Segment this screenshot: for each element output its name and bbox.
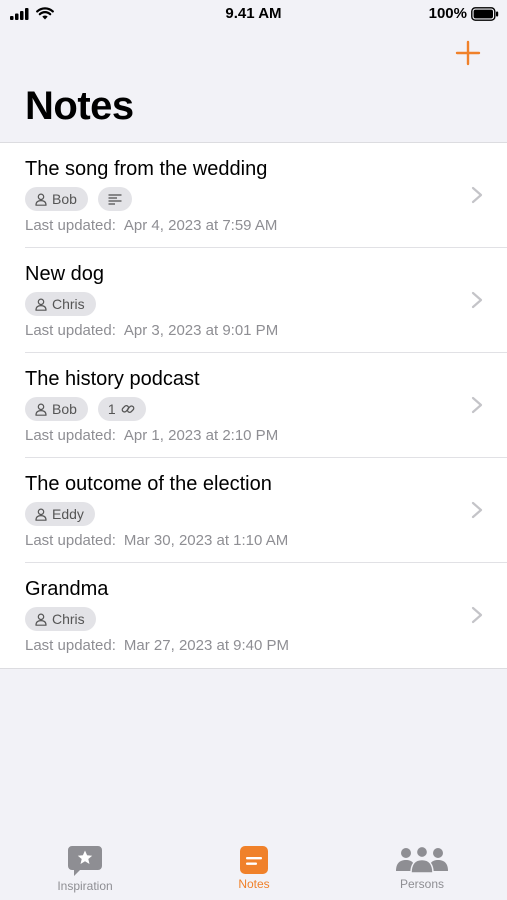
note-tags: Bob — [25, 187, 132, 211]
person-tag-label: Chris — [52, 611, 85, 627]
chevron-right-icon — [471, 606, 483, 624]
note-title: The song from the wedding — [25, 158, 268, 180]
note-row[interactable]: The outcome of the election Eddy Last up… — [0, 458, 507, 563]
meta-label: Last updated: — [25, 637, 116, 654]
person-icon — [35, 297, 47, 311]
note-tags: Chris — [25, 607, 96, 631]
chevron-right-icon — [471, 291, 483, 309]
note-row[interactable]: The history podcast Bob 1 Last updated: A… — [0, 353, 507, 458]
battery-icon — [471, 6, 499, 21]
chevron-right-icon — [471, 501, 483, 519]
meta-label: Last updated: — [25, 427, 116, 444]
person-icon — [35, 612, 47, 626]
person-tag: Chris — [25, 607, 96, 631]
page-title: Notes — [25, 84, 134, 128]
person-icon — [35, 192, 47, 206]
note-row[interactable]: The song from the wedding Bob Last updat… — [0, 143, 507, 248]
chevron-right-icon — [471, 186, 483, 204]
updated-date: Apr 3, 2023 at 9:01 PM — [123, 322, 279, 339]
person-tag: Eddy — [25, 502, 95, 526]
note-row[interactable]: New dog Chris Last updated: Apr 3, 2023 a… — [0, 248, 507, 353]
updated-date: Apr 4, 2023 at 7:59 AM — [123, 217, 278, 234]
status-bar: 9.41 AM 100% — [0, 0, 507, 30]
meta-label: Last updated: — [25, 532, 116, 549]
note-tags: Bob 1 — [25, 397, 146, 421]
link-count: 1 — [107, 401, 116, 417]
person-tag: Chris — [25, 292, 96, 316]
note-meta: Last updated: Mar 30, 2023 at 1:10 AM — [25, 532, 288, 549]
note-title: Grandma — [25, 578, 109, 600]
person-tag-label: Bob — [52, 191, 77, 207]
tab-label: Notes — [238, 877, 270, 891]
person-tag: Bob — [25, 187, 88, 211]
text-lines-icon — [108, 193, 122, 205]
note-icon — [240, 846, 268, 874]
tab-inspiration[interactable]: Inspiration — [50, 846, 120, 893]
battery-percentage: 100% — [428, 5, 467, 22]
tab-persons[interactable]: Persons — [387, 846, 457, 891]
tab-label: Persons — [399, 877, 445, 891]
meta-label: Last updated: — [25, 322, 116, 339]
link-icon — [121, 405, 135, 413]
persons-icon — [396, 846, 448, 874]
updated-date: Mar 27, 2023 at 9:40 PM — [123, 637, 290, 654]
updated-date: Mar 30, 2023 at 1:10 AM — [123, 532, 289, 549]
tab-bar: Inspiration Notes Persons — [0, 838, 507, 900]
person-icon — [35, 402, 47, 416]
note-meta: Last updated: Apr 1, 2023 at 2:10 PM — [25, 427, 278, 444]
note-tags: Chris — [25, 292, 96, 316]
updated-date: Apr 1, 2023 at 2:10 PM — [123, 427, 279, 444]
note-meta: Last updated: Apr 4, 2023 at 7:59 AM — [25, 217, 277, 234]
person-tag: Bob — [25, 397, 88, 421]
note-tags: Eddy — [25, 502, 95, 526]
note-row[interactable]: Grandma Chris Last updated: Mar 27, 2023 … — [0, 563, 507, 668]
note-title: New dog — [25, 263, 104, 285]
person-icon — [35, 507, 47, 521]
notes-list: The song from the wedding Bob Last updat… — [0, 142, 507, 669]
person-tag-label: Bob — [52, 401, 77, 417]
add-note-button[interactable] — [455, 40, 481, 66]
meta-label: Last updated: — [25, 217, 116, 234]
person-tag-label: Eddy — [52, 506, 84, 522]
link-tag: 1 — [97, 397, 146, 421]
battery-status: 100% — [429, 5, 499, 22]
note-title: The outcome of the election — [25, 473, 272, 495]
tab-notes[interactable]: Notes — [225, 846, 283, 891]
person-tag-label: Chris — [52, 296, 85, 312]
tab-label: Inspiration — [57, 879, 113, 893]
note-meta: Last updated: Apr 3, 2023 at 9:01 PM — [25, 322, 278, 339]
text-tag — [97, 187, 132, 211]
chevron-right-icon — [471, 396, 483, 414]
note-title: The history podcast — [25, 368, 200, 390]
note-meta: Last updated: Mar 27, 2023 at 9:40 PM — [25, 637, 289, 654]
star-bubble-icon — [68, 846, 102, 876]
